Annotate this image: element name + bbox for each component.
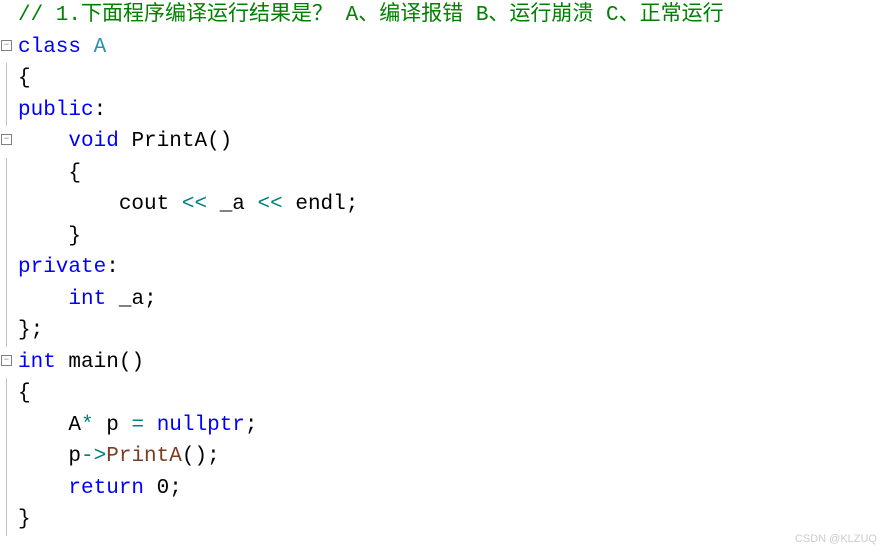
- code-line: private:: [18, 252, 885, 284]
- gutter-row: [0, 252, 16, 284]
- type-name: A: [68, 410, 81, 442]
- parens: (): [119, 347, 144, 379]
- operator-lshift: <<: [182, 189, 207, 221]
- fold-guide: [6, 221, 7, 253]
- code-line: // 1.下面程序编译运行结果是？ A、编译报错 B、运行崩溃 C、正常运行: [18, 0, 885, 32]
- operator-eq: =: [131, 410, 144, 442]
- semicolon: ;: [245, 410, 258, 442]
- colon: :: [94, 95, 107, 127]
- code-line: p->PrintA();: [18, 441, 885, 473]
- code-editor[interactable]: − − − // 1.下面程序编译运行结果是？ A、编译报错 B、运行崩溃 C、…: [0, 0, 885, 551]
- literal-zero: 0: [157, 473, 170, 505]
- fold-guide: [6, 63, 7, 95]
- fold-guide: [6, 189, 7, 221]
- gutter-row: [0, 63, 16, 95]
- keyword-private: private: [18, 252, 106, 284]
- keyword-nullptr: nullptr: [157, 410, 245, 442]
- code-line: }: [18, 221, 885, 253]
- type-name: A: [94, 32, 107, 64]
- fold-gutter: − − −: [0, 0, 16, 551]
- brace-close: }: [68, 221, 81, 253]
- gutter-row: −: [0, 126, 16, 158]
- fold-guide: [6, 504, 7, 536]
- fold-guide: [6, 252, 7, 284]
- semicolon: ;: [144, 284, 157, 316]
- fold-guide: [6, 441, 7, 473]
- parens: (): [207, 126, 232, 158]
- code-content[interactable]: // 1.下面程序编译运行结果是？ A、编译报错 B、运行崩溃 C、正常运行 c…: [16, 0, 885, 551]
- gutter-row: [0, 441, 16, 473]
- colon: :: [106, 252, 119, 284]
- brace-open: {: [68, 158, 81, 190]
- gutter-row: [0, 473, 16, 505]
- keyword-void: void: [68, 126, 118, 158]
- code-line: {: [18, 158, 885, 190]
- operator-star: *: [81, 410, 94, 442]
- gutter-row: [0, 284, 16, 316]
- operator-arrow: ->: [81, 441, 106, 473]
- code-line: int main(): [18, 347, 885, 379]
- keyword-int: int: [68, 284, 106, 316]
- keyword-int: int: [18, 347, 56, 379]
- identifier-a: _a: [119, 284, 144, 316]
- fold-guide: [6, 158, 7, 190]
- gutter-row: [0, 189, 16, 221]
- code-line: int _a;: [18, 284, 885, 316]
- gutter-row: [0, 410, 16, 442]
- gutter-row: [0, 504, 16, 536]
- identifier-p: p: [68, 441, 81, 473]
- code-line: return 0;: [18, 473, 885, 505]
- identifier-endl: endl: [295, 189, 345, 221]
- identifier-cout: cout: [119, 189, 169, 221]
- keyword-public: public: [18, 95, 94, 127]
- function-main: main: [68, 347, 118, 379]
- code-line: A* p = nullptr;: [18, 410, 885, 442]
- fold-guide: [6, 473, 7, 505]
- gutter-row: −: [0, 347, 16, 379]
- gutter-row: [0, 158, 16, 190]
- semicolon: ;: [169, 473, 182, 505]
- fold-guide: [6, 378, 7, 410]
- code-line: cout << _a << endl;: [18, 189, 885, 221]
- identifier-p: p: [106, 410, 119, 442]
- fold-guide: [6, 410, 7, 442]
- gutter-row: −: [0, 32, 16, 64]
- code-line: };: [18, 315, 885, 347]
- fold-minus-icon[interactable]: −: [1, 134, 12, 145]
- code-line: }: [18, 504, 885, 536]
- watermark-text: CSDN @KLZUQ: [795, 531, 877, 548]
- brace-open: {: [18, 378, 31, 410]
- gutter-row: [0, 315, 16, 347]
- code-line: {: [18, 378, 885, 410]
- method-call: PrintA: [106, 441, 182, 473]
- keyword-return: return: [68, 473, 144, 505]
- parens: (): [182, 441, 207, 473]
- operator-lshift: <<: [258, 189, 283, 221]
- code-line: void PrintA(): [18, 126, 885, 158]
- fold-minus-icon[interactable]: −: [1, 40, 12, 51]
- code-line: public:: [18, 95, 885, 127]
- method-name: PrintA: [131, 126, 207, 158]
- semicolon: ;: [346, 189, 359, 221]
- gutter-row: [0, 0, 16, 32]
- fold-guide: [6, 315, 7, 347]
- comment-text: // 1.下面程序编译运行结果是？ A、编译报错 B、运行崩溃 C、正常运行: [18, 0, 724, 32]
- gutter-row: [0, 221, 16, 253]
- identifier-a: _a: [220, 189, 245, 221]
- brace-close: }: [18, 504, 31, 536]
- keyword-class: class: [18, 32, 81, 64]
- brace-open: {: [18, 63, 31, 95]
- gutter-row: [0, 378, 16, 410]
- code-line: {: [18, 63, 885, 95]
- fold-minus-icon[interactable]: −: [1, 355, 12, 366]
- fold-guide: [6, 284, 7, 316]
- fold-guide: [6, 95, 7, 127]
- gutter-row: [0, 95, 16, 127]
- brace-close-semi: };: [18, 315, 43, 347]
- semicolon: ;: [207, 441, 220, 473]
- code-line: class A: [18, 32, 885, 64]
